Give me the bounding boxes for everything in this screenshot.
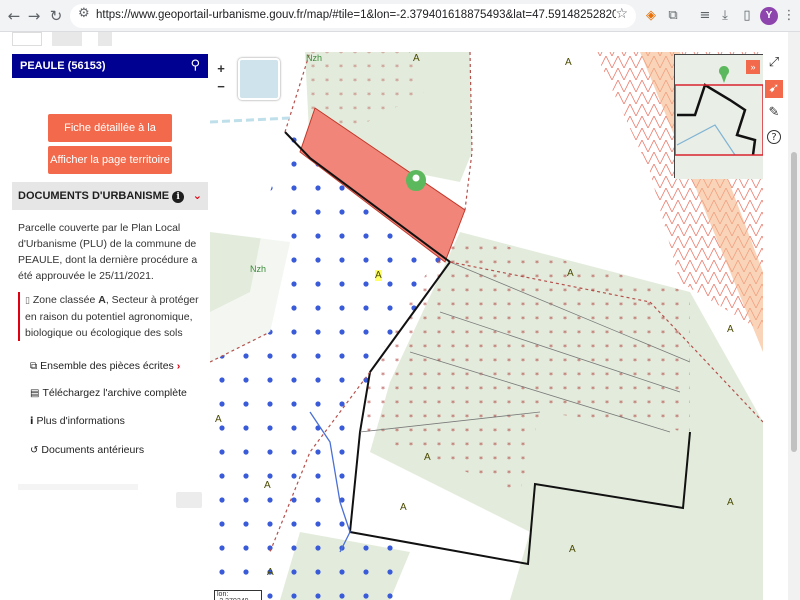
zone-label: A <box>565 57 572 68</box>
zone-label: A <box>267 567 274 578</box>
info-icon[interactable]: i <box>172 191 185 203</box>
info-small-icon: i <box>30 416 34 427</box>
link-label: Ensemble des pièces écrites <box>40 360 174 372</box>
documents-urbanisme-header[interactable]: DOCUMENTS D'URBANISME i ⌄ <box>12 182 208 210</box>
document-icon: ▯ <box>25 296 30 306</box>
location-pin-icon[interactable]: ⚲ <box>190 58 200 73</box>
link-pieces-ecrites[interactable]: ⧉ Ensemble des pièces écrites › <box>30 360 180 372</box>
link-documents-anterieurs[interactable]: ↺ Documents antérieurs <box>30 444 144 456</box>
zone-label: A <box>413 53 420 64</box>
zoom-out-button[interactable]: − <box>214 80 228 94</box>
reload-icon[interactable]: ↻ <box>46 6 66 26</box>
page-scrollbar[interactable] <box>788 32 800 600</box>
coordinates-box: lon: -2.379249 <box>214 590 262 600</box>
pin-tab-icon[interactable] <box>98 32 112 46</box>
side-panel-icon[interactable]: ▯ <box>738 7 756 25</box>
info-panel: PEAULE (56153) ⚲ Fiche détaillée à la pa… <box>0 32 210 600</box>
zone-label: A <box>567 268 574 279</box>
chevron-down-icon[interactable]: ⌄ <box>193 189 202 202</box>
download-icon[interactable]: ⤓ <box>716 7 734 25</box>
docs-title: DOCUMENTS D'URBANISME <box>18 190 170 202</box>
location-marker-icon[interactable] <box>406 170 426 191</box>
profile-avatar[interactable]: Y <box>760 7 778 25</box>
commune-name: PEAULE (56153) <box>20 60 106 72</box>
scrollbar-thumb[interactable] <box>791 152 797 452</box>
menu-kebab-icon[interactable]: ⋮ <box>780 7 798 25</box>
zone-label: A <box>375 270 382 281</box>
chevron-right-icon: › <box>176 360 181 372</box>
extensions-puzzle-icon[interactable]: ⧉ <box>664 7 682 25</box>
reading-list-icon[interactable]: ≡ <box>696 7 714 25</box>
link-archive[interactable]: ▤ Téléchargez l'archive complète <box>30 387 187 399</box>
overview-close-icon[interactable]: » <box>746 60 760 74</box>
copy-docs-icon: ⧉ <box>30 361 38 372</box>
address-bar[interactable]: ⚙ https://www.geoportail-urbanisme.gouv.… <box>70 4 636 28</box>
forward-icon[interactable]: → <box>24 6 44 26</box>
nzh-label: Nzh <box>250 264 267 274</box>
plu-description: Parcelle couverte par le Plan Local d'Ur… <box>18 222 198 282</box>
faint-content <box>18 484 138 490</box>
bookmark-star-icon[interactable]: ☆ <box>615 6 628 22</box>
zoom-in-button[interactable]: + <box>214 62 228 76</box>
faint-button[interactable] <box>176 492 202 508</box>
link-plus-infos[interactable]: i Plus d'informations <box>30 415 125 427</box>
zone-label: A <box>264 480 271 491</box>
browser-toolbar: ← → ↻ ⚙ https://www.geoportail-urbanisme… <box>0 0 800 32</box>
archive-icon: ▤ <box>30 388 40 399</box>
zone-label: A <box>215 414 222 425</box>
road-line <box>210 116 291 124</box>
help-icon[interactable]: ? <box>767 130 781 144</box>
nzh-label: Nzh <box>306 53 323 63</box>
cursor-icon[interactable]: ➹ <box>765 80 783 98</box>
fiche-parcelle-button[interactable]: Fiche détaillée à la parcelle <box>48 114 172 162</box>
history-icon: ↺ <box>30 445 39 456</box>
layers-icon[interactable] <box>52 32 82 46</box>
zone-prefix: Zone classée <box>32 294 99 306</box>
zone-label: A <box>569 544 576 555</box>
zone-label: A <box>424 452 431 463</box>
map-tools: ⤢ ➹ ✎ ? <box>763 32 785 600</box>
page-territoire-button[interactable]: Afficher la page territoire <box>48 146 172 174</box>
extension-icon[interactable]: ◈ <box>642 7 660 25</box>
link-label: Téléchargez l'archive complète <box>42 387 187 399</box>
zone-label: A <box>400 502 407 513</box>
link-label: Plus d'informations <box>36 415 125 427</box>
map-canvas[interactable]: * <box>210 32 763 600</box>
wrench-icon[interactable]: ✎ <box>765 104 783 122</box>
zone-label: A <box>727 497 734 508</box>
link-label: Documents antérieurs <box>41 444 145 456</box>
url-text[interactable]: https://www.geoportail-urbanisme.gouv.fr… <box>96 9 616 21</box>
fullscreen-icon[interactable]: ⤢ <box>765 54 783 72</box>
commune-header: PEAULE (56153) ⚲ <box>12 54 208 78</box>
zone-code: A <box>98 294 106 306</box>
base-map-thumbnail[interactable] <box>238 58 280 100</box>
panel-tabs <box>12 32 208 50</box>
zone-label: A <box>727 324 734 335</box>
site-info-icon[interactable]: ⚙ <box>78 6 90 21</box>
tab-info[interactable] <box>12 32 42 46</box>
zone-classification: ▯ Zone classée A, Secteur à protéger en … <box>18 292 206 341</box>
back-icon[interactable]: ← <box>4 6 24 26</box>
